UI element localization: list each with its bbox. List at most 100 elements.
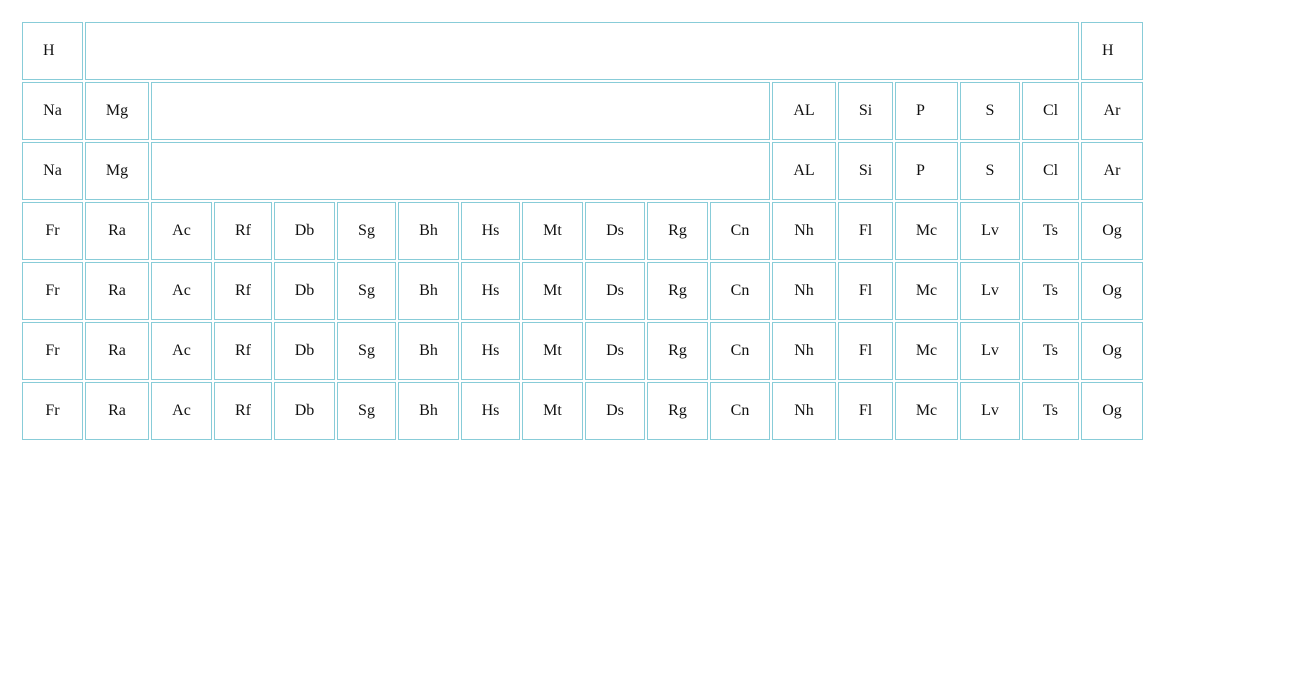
empty-block bbox=[151, 142, 770, 200]
element-cell: Fl bbox=[838, 322, 893, 380]
element-cell: Ra bbox=[85, 202, 149, 260]
element-cell: S bbox=[960, 82, 1020, 140]
element-cell: Rf bbox=[214, 202, 272, 260]
element-cell: Db bbox=[274, 262, 335, 320]
element-cell: Rg bbox=[647, 262, 708, 320]
element-cell: Ts bbox=[1022, 202, 1079, 260]
element-cell: Fr bbox=[22, 262, 83, 320]
element-cell: Mc bbox=[895, 202, 958, 260]
element-cell: Og bbox=[1081, 202, 1143, 260]
element-cell: Nh bbox=[772, 382, 836, 440]
element-cell: Ac bbox=[151, 322, 212, 380]
element-cell: Mt bbox=[522, 322, 583, 380]
element-cell: Mc bbox=[895, 382, 958, 440]
element-cell: Ra bbox=[85, 262, 149, 320]
element-cell: Nh bbox=[772, 322, 836, 380]
element-cell: Ra bbox=[85, 382, 149, 440]
element-cell: Db bbox=[274, 322, 335, 380]
element-cell: AL bbox=[772, 142, 836, 200]
element-cell: Og bbox=[1081, 262, 1143, 320]
element-cell: Bh bbox=[398, 382, 459, 440]
element-cell: Fr bbox=[22, 382, 83, 440]
element-cell: Bh bbox=[398, 202, 459, 260]
element-cell: Mc bbox=[895, 262, 958, 320]
element-cell: Hs bbox=[461, 262, 520, 320]
element-cell: Cn bbox=[710, 322, 770, 380]
element-cell: Lv bbox=[960, 262, 1020, 320]
element-cell: Ts bbox=[1022, 322, 1079, 380]
element-cell: Fl bbox=[838, 382, 893, 440]
element-cell: Ac bbox=[151, 382, 212, 440]
element-cell: Fr bbox=[22, 202, 83, 260]
element-cell: Ts bbox=[1022, 262, 1079, 320]
element-cell: P bbox=[895, 142, 958, 200]
element-cell: Og bbox=[1081, 322, 1143, 380]
element-cell: Mt bbox=[522, 262, 583, 320]
element-cell: Hs bbox=[461, 382, 520, 440]
element-cell: Rg bbox=[647, 322, 708, 380]
element-cell: Na bbox=[22, 142, 83, 200]
element-cell: Ds bbox=[585, 262, 645, 320]
element-cell: Hs bbox=[461, 202, 520, 260]
element-cell: Sg bbox=[337, 262, 396, 320]
empty-block bbox=[151, 82, 770, 140]
element-cell: Nh bbox=[772, 202, 836, 260]
element-cell: Cn bbox=[710, 202, 770, 260]
element-cell: Ds bbox=[585, 322, 645, 380]
element-cell: Ac bbox=[151, 202, 212, 260]
element-cell: Mt bbox=[522, 202, 583, 260]
element-cell: Mc bbox=[895, 322, 958, 380]
element-cell: Ar bbox=[1081, 82, 1143, 140]
table-row: Fr Ra Ac Rf Db Sg Bh Hs Mt Ds Rg Cn Nh F… bbox=[22, 322, 1143, 380]
element-cell: Fl bbox=[838, 202, 893, 260]
element-cell: Sg bbox=[337, 322, 396, 380]
table-row: Na Mg AL Si P S Cl Ar bbox=[22, 142, 1143, 200]
element-cell: Bh bbox=[398, 262, 459, 320]
periodic-table-container: H H Na Mg AL Si P S Cl Ar Na Mg AL Si P … bbox=[20, 20, 1145, 442]
table-row: H H bbox=[22, 22, 1143, 80]
periodic-table: H H Na Mg AL Si P S Cl Ar Na Mg AL Si P … bbox=[20, 20, 1145, 442]
element-cell: H bbox=[1081, 22, 1143, 80]
element-cell: AL bbox=[772, 82, 836, 140]
element-cell: Si bbox=[838, 82, 893, 140]
element-cell: Na bbox=[22, 82, 83, 140]
element-cell: Fl bbox=[838, 262, 893, 320]
element-cell: Db bbox=[274, 202, 335, 260]
element-cell: Cl bbox=[1022, 82, 1079, 140]
element-cell: Ac bbox=[151, 262, 212, 320]
element-cell: Mg bbox=[85, 142, 149, 200]
element-cell: P bbox=[895, 82, 958, 140]
element-cell: Rf bbox=[214, 322, 272, 380]
element-cell: Bh bbox=[398, 322, 459, 380]
empty-block bbox=[85, 22, 1079, 80]
element-cell: Ar bbox=[1081, 142, 1143, 200]
element-cell: Lv bbox=[960, 382, 1020, 440]
element-cell: Cn bbox=[710, 382, 770, 440]
element-cell: Cl bbox=[1022, 142, 1079, 200]
element-cell: Sg bbox=[337, 202, 396, 260]
table-row: Fr Ra Ac Rf Db Sg Bh Hs Mt Ds Rg Cn Nh F… bbox=[22, 262, 1143, 320]
element-cell: Mt bbox=[522, 382, 583, 440]
element-cell: Cn bbox=[710, 262, 770, 320]
element-cell: Fr bbox=[22, 322, 83, 380]
table-row: Na Mg AL Si P S Cl Ar bbox=[22, 82, 1143, 140]
element-cell: Si bbox=[838, 142, 893, 200]
table-row: Fr Ra Ac Rf Db Sg Bh Hs Mt Ds Rg Cn Nh F… bbox=[22, 382, 1143, 440]
element-cell: Ds bbox=[585, 382, 645, 440]
element-cell: Og bbox=[1081, 382, 1143, 440]
element-cell: Nh bbox=[772, 262, 836, 320]
element-cell: Ds bbox=[585, 202, 645, 260]
element-cell: Rg bbox=[647, 202, 708, 260]
element-cell: Lv bbox=[960, 322, 1020, 380]
element-cell: Rf bbox=[214, 262, 272, 320]
table-row: Fr Ra Ac Rf Db Sg Bh Hs Mt Ds Rg Cn Nh F… bbox=[22, 202, 1143, 260]
element-cell: S bbox=[960, 142, 1020, 200]
element-cell: Ts bbox=[1022, 382, 1079, 440]
element-cell: Db bbox=[274, 382, 335, 440]
element-cell: Mg bbox=[85, 82, 149, 140]
element-cell: Hs bbox=[461, 322, 520, 380]
element-cell: Sg bbox=[337, 382, 396, 440]
element-cell: Ra bbox=[85, 322, 149, 380]
element-cell: Lv bbox=[960, 202, 1020, 260]
element-cell: Rf bbox=[214, 382, 272, 440]
